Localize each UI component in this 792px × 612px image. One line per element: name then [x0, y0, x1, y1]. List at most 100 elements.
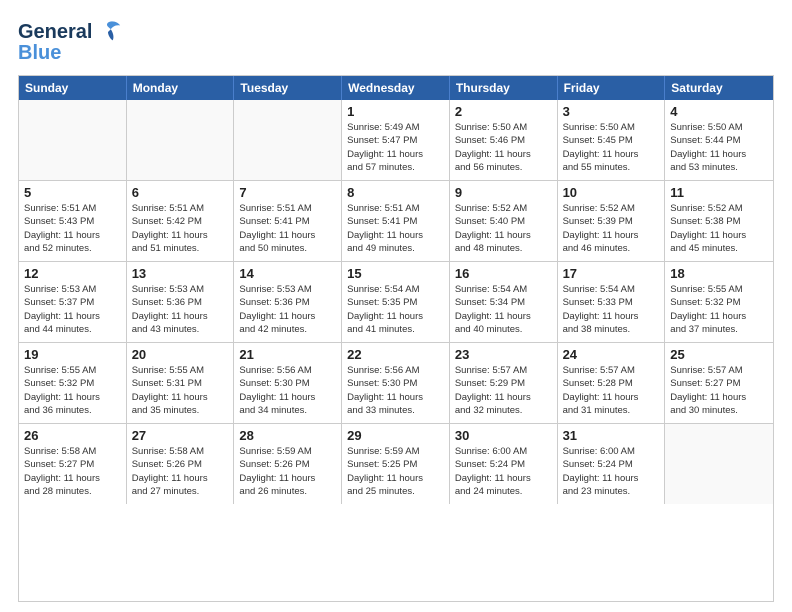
day-info: Sunrise: 5:56 AM Sunset: 5:30 PM Dayligh…: [239, 364, 336, 417]
day-number: 14: [239, 266, 336, 281]
day-info: Sunrise: 5:59 AM Sunset: 5:25 PM Dayligh…: [347, 445, 444, 498]
logo: General Blue: [18, 18, 122, 65]
day-number: 13: [132, 266, 229, 281]
day-info: Sunrise: 5:50 AM Sunset: 5:44 PM Dayligh…: [670, 121, 768, 174]
cal-cell: 6 Sunrise: 5:51 AM Sunset: 5:42 PM Daylig…: [127, 181, 235, 261]
day-info: Sunrise: 5:50 AM Sunset: 5:45 PM Dayligh…: [563, 121, 660, 174]
cal-cell: 11Sunrise: 5:52 AM Sunset: 5:38 PM Dayli…: [665, 181, 773, 261]
day-number: 7: [239, 185, 336, 200]
day-info: Sunrise: 5:55 AM Sunset: 5:32 PM Dayligh…: [670, 283, 768, 336]
day-info: Sunrise: 5:49 AM Sunset: 5:47 PM Dayligh…: [347, 121, 444, 174]
logo-general: General: [18, 21, 92, 44]
cal-cell: 31 Sunrise: 6:00 AM Sunset: 5:24 PM Dayli…: [558, 424, 666, 504]
day-info: Sunrise: 6:00 AM Sunset: 5:24 PM Dayligh…: [563, 445, 660, 498]
cal-cell: 21 Sunrise: 5:56 AM Sunset: 5:30 PM Dayli…: [234, 343, 342, 423]
day-number: 27: [132, 428, 229, 443]
calendar: SundayMondayTuesdayWednesdayThursdayFrid…: [18, 75, 774, 602]
day-info: Sunrise: 5:56 AM Sunset: 5:30 PM Dayligh…: [347, 364, 444, 417]
day-number: 22: [347, 347, 444, 362]
day-number: 28: [239, 428, 336, 443]
day-number: 26: [24, 428, 121, 443]
cal-cell: 4Sunrise: 5:50 AM Sunset: 5:44 PM Daylig…: [665, 100, 773, 180]
week-row-0: 1 Sunrise: 5:49 AM Sunset: 5:47 PM Daylig…: [19, 100, 773, 181]
col-header-tuesday: Tuesday: [234, 76, 342, 100]
cal-cell: 23 Sunrise: 5:57 AM Sunset: 5:29 PM Dayli…: [450, 343, 558, 423]
cal-cell: [234, 100, 342, 180]
cal-cell: 3 Sunrise: 5:50 AM Sunset: 5:45 PM Daylig…: [558, 100, 666, 180]
cal-cell: 17Sunrise: 5:54 AM Sunset: 5:33 PM Dayli…: [558, 262, 666, 342]
week-row-4: 26 Sunrise: 5:58 AM Sunset: 5:27 PM Dayli…: [19, 424, 773, 504]
col-header-thursday: Thursday: [450, 76, 558, 100]
cal-cell: 24 Sunrise: 5:57 AM Sunset: 5:28 PM Dayli…: [558, 343, 666, 423]
day-number: 29: [347, 428, 444, 443]
day-number: 23: [455, 347, 552, 362]
day-info: Sunrise: 5:53 AM Sunset: 5:36 PM Dayligh…: [132, 283, 229, 336]
day-info: Sunrise: 5:51 AM Sunset: 5:42 PM Dayligh…: [132, 202, 229, 255]
day-info: Sunrise: 5:54 AM Sunset: 5:33 PM Dayligh…: [563, 283, 660, 336]
cal-cell: 5Sunrise: 5:51 AM Sunset: 5:43 PM Daylig…: [19, 181, 127, 261]
col-header-monday: Monday: [127, 76, 235, 100]
day-number: 10: [563, 185, 660, 200]
day-info: Sunrise: 5:54 AM Sunset: 5:34 PM Dayligh…: [455, 283, 552, 336]
day-number: 21: [239, 347, 336, 362]
day-info: Sunrise: 5:59 AM Sunset: 5:26 PM Dayligh…: [239, 445, 336, 498]
day-number: 18: [670, 266, 768, 281]
cal-cell: [127, 100, 235, 180]
day-number: 1: [347, 104, 444, 119]
cal-cell: 30 Sunrise: 6:00 AM Sunset: 5:24 PM Dayli…: [450, 424, 558, 504]
cal-cell: 13 Sunrise: 5:53 AM Sunset: 5:36 PM Dayli…: [127, 262, 235, 342]
cal-cell: 10 Sunrise: 5:52 AM Sunset: 5:39 PM Dayli…: [558, 181, 666, 261]
day-info: Sunrise: 5:58 AM Sunset: 5:26 PM Dayligh…: [132, 445, 229, 498]
cal-cell: 2Sunrise: 5:50 AM Sunset: 5:46 PM Daylig…: [450, 100, 558, 180]
week-row-1: 5Sunrise: 5:51 AM Sunset: 5:43 PM Daylig…: [19, 181, 773, 262]
cal-cell: 9 Sunrise: 5:52 AM Sunset: 5:40 PM Daylig…: [450, 181, 558, 261]
day-info: Sunrise: 5:53 AM Sunset: 5:37 PM Dayligh…: [24, 283, 121, 336]
calendar-body: 1 Sunrise: 5:49 AM Sunset: 5:47 PM Daylig…: [19, 100, 773, 504]
day-number: 11: [670, 185, 768, 200]
cal-cell: 8 Sunrise: 5:51 AM Sunset: 5:41 PM Daylig…: [342, 181, 450, 261]
day-info: Sunrise: 6:00 AM Sunset: 5:24 PM Dayligh…: [455, 445, 552, 498]
day-number: 6: [132, 185, 229, 200]
day-info: Sunrise: 5:57 AM Sunset: 5:29 PM Dayligh…: [455, 364, 552, 417]
cal-cell: 12 Sunrise: 5:53 AM Sunset: 5:37 PM Dayli…: [19, 262, 127, 342]
col-header-sunday: Sunday: [19, 76, 127, 100]
day-info: Sunrise: 5:52 AM Sunset: 5:39 PM Dayligh…: [563, 202, 660, 255]
day-info: Sunrise: 5:51 AM Sunset: 5:41 PM Dayligh…: [239, 202, 336, 255]
day-number: 20: [132, 347, 229, 362]
cal-cell: [665, 424, 773, 504]
week-row-2: 12 Sunrise: 5:53 AM Sunset: 5:37 PM Dayli…: [19, 262, 773, 343]
day-number: 3: [563, 104, 660, 119]
cal-cell: 25Sunrise: 5:57 AM Sunset: 5:27 PM Dayli…: [665, 343, 773, 423]
cal-cell: 14 Sunrise: 5:53 AM Sunset: 5:36 PM Dayli…: [234, 262, 342, 342]
logo-bird-icon: [94, 18, 122, 46]
calendar-header: SundayMondayTuesdayWednesdayThursdayFrid…: [19, 76, 773, 100]
cal-cell: 28 Sunrise: 5:59 AM Sunset: 5:26 PM Dayli…: [234, 424, 342, 504]
day-info: Sunrise: 5:52 AM Sunset: 5:40 PM Dayligh…: [455, 202, 552, 255]
day-info: Sunrise: 5:50 AM Sunset: 5:46 PM Dayligh…: [455, 121, 552, 174]
day-info: Sunrise: 5:51 AM Sunset: 5:41 PM Dayligh…: [347, 202, 444, 255]
day-number: 30: [455, 428, 552, 443]
col-header-wednesday: Wednesday: [342, 76, 450, 100]
cal-cell: 15Sunrise: 5:54 AM Sunset: 5:35 PM Dayli…: [342, 262, 450, 342]
day-number: 9: [455, 185, 552, 200]
col-header-friday: Friday: [558, 76, 666, 100]
day-number: 24: [563, 347, 660, 362]
day-number: 12: [24, 266, 121, 281]
week-row-3: 19 Sunrise: 5:55 AM Sunset: 5:32 PM Dayli…: [19, 343, 773, 424]
day-info: Sunrise: 5:55 AM Sunset: 5:32 PM Dayligh…: [24, 364, 121, 417]
cal-cell: 16 Sunrise: 5:54 AM Sunset: 5:34 PM Dayli…: [450, 262, 558, 342]
day-info: Sunrise: 5:55 AM Sunset: 5:31 PM Dayligh…: [132, 364, 229, 417]
day-number: 8: [347, 185, 444, 200]
day-info: Sunrise: 5:57 AM Sunset: 5:27 PM Dayligh…: [670, 364, 768, 417]
cal-cell: 20 Sunrise: 5:55 AM Sunset: 5:31 PM Dayli…: [127, 343, 235, 423]
header: General Blue: [18, 18, 774, 65]
cal-cell: 26 Sunrise: 5:58 AM Sunset: 5:27 PM Dayli…: [19, 424, 127, 504]
cal-cell: 22 Sunrise: 5:56 AM Sunset: 5:30 PM Dayli…: [342, 343, 450, 423]
day-info: Sunrise: 5:54 AM Sunset: 5:35 PM Dayligh…: [347, 283, 444, 336]
day-number: 31: [563, 428, 660, 443]
day-number: 19: [24, 347, 121, 362]
day-number: 16: [455, 266, 552, 281]
day-info: Sunrise: 5:53 AM Sunset: 5:36 PM Dayligh…: [239, 283, 336, 336]
day-info: Sunrise: 5:58 AM Sunset: 5:27 PM Dayligh…: [24, 445, 121, 498]
day-info: Sunrise: 5:57 AM Sunset: 5:28 PM Dayligh…: [563, 364, 660, 417]
